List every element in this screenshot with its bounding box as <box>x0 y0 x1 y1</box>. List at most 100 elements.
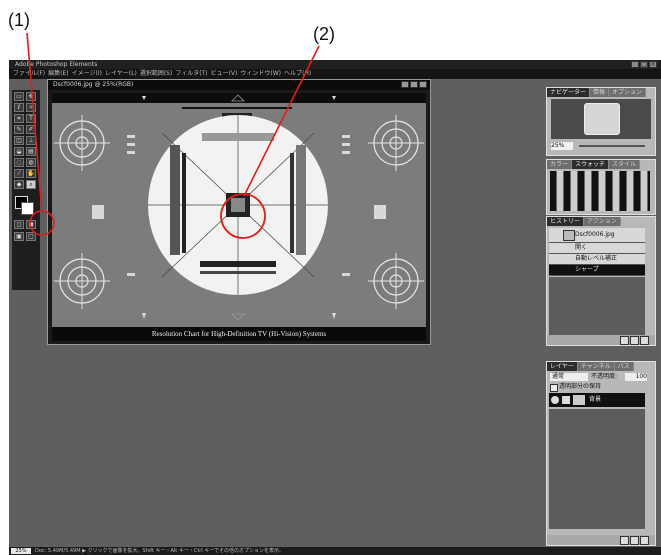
move-tool-icon[interactable]: ✥ <box>26 92 36 101</box>
tab-styles[interactable]: スタイル <box>609 160 641 169</box>
tab-channels[interactable]: チャンネル <box>577 362 615 371</box>
new-document-icon[interactable] <box>620 336 629 345</box>
image-canvas[interactable]: Resolution Chart for High-Definition TV … <box>52 93 426 341</box>
history-list-empty <box>549 277 645 335</box>
history-footer <box>547 335 655 345</box>
eyedropper-tool-icon[interactable]: ⁄ <box>14 169 24 178</box>
navigator-panel: ナビゲーター 情報 オプション 25% <box>546 87 656 156</box>
hand-tool-icon[interactable]: ✋ <box>26 169 36 178</box>
document-window-controls <box>401 81 427 88</box>
new-layer-icon[interactable] <box>620 536 629 545</box>
history-item-sharpen[interactable]: シャープ <box>549 265 645 276</box>
bucket-tool-icon[interactable]: ◒ <box>14 147 24 156</box>
menu-image[interactable]: イメージ(I) <box>72 69 102 79</box>
tab-options[interactable]: オプション <box>609 88 647 97</box>
toolbox: ▭ ✥ ℓ ✧ ⌗ T ✎ ✐ ◫ ⊥ ◒ ▤ ◌ ◍ ⁄ ✋ ◆ ⌕ ◻ ◼ … <box>12 90 40 290</box>
minimize-icon[interactable]: _ <box>631 61 639 68</box>
tab-navigator[interactable]: ナビゲーター <box>547 88 591 97</box>
layers-panel: レイヤー チャンネル パス 通常 不透明度: 100 透明部分の保持 背景 <box>546 361 656 546</box>
layers-list-empty <box>549 409 645 529</box>
tab-history[interactable]: ヒストリー <box>547 217 585 226</box>
history-snapshot-label: Dscf0006.jpg <box>575 231 615 238</box>
history-item-label: 開く <box>575 244 588 251</box>
background-color-swatch[interactable] <box>21 202 34 215</box>
app-window-controls: _ □ × <box>631 61 657 68</box>
blur-tool-icon[interactable]: ◌ <box>14 158 24 167</box>
history-panel: ヒストリー アクション Dscf0006.jpg 開く 自動レベル補正 シャープ <box>546 216 656 346</box>
close-icon[interactable]: × <box>649 61 657 68</box>
type-tool-icon[interactable]: T <box>26 114 36 123</box>
doc-maximize-icon[interactable] <box>410 81 418 88</box>
stamp-tool-icon[interactable]: ⊥ <box>26 136 36 145</box>
document-title: Dscf0006.jpg @ 25%(RGB) <box>53 81 134 88</box>
photoshop-window: Adobe Photoshop Elements _ □ × ファイル(F) 編… <box>9 60 661 555</box>
navigator-thumbnail <box>584 103 620 135</box>
maximize-icon[interactable]: □ <box>640 61 648 68</box>
preserve-transparency-checkbox[interactable] <box>550 384 558 392</box>
snapshot-thumbnail-icon <box>563 230 575 241</box>
quickmask-mode-icon[interactable]: ◼ <box>26 220 36 229</box>
menu-file[interactable]: ファイル(F) <box>13 69 45 79</box>
magic-wand-icon[interactable]: ✧ <box>26 103 36 112</box>
doc-minimize-icon[interactable] <box>401 81 409 88</box>
trash-icon[interactable] <box>640 336 649 345</box>
history-item-label: シャープ <box>575 266 599 273</box>
history-snapshot[interactable]: Dscf0006.jpg <box>549 228 645 243</box>
pencil-tool-icon[interactable]: ✐ <box>26 125 36 134</box>
menu-edit[interactable]: 編集(E) <box>48 69 68 79</box>
navigator-preview[interactable] <box>551 99 651 139</box>
menu-select[interactable]: 選択範囲(S) <box>140 69 173 79</box>
crop-tool-icon[interactable]: ⌗ <box>14 114 24 123</box>
history-item-auto-levels[interactable]: 自動レベル補正 <box>549 254 645 265</box>
document-window: Dscf0006.jpg @ 25%(RGB) Resolution Chart… <box>47 79 431 345</box>
screen-mode-icon[interactable]: ▣ <box>14 232 24 241</box>
navigator-zoom-slider[interactable] <box>579 145 645 147</box>
fullscreen-mode-icon[interactable]: ▢ <box>26 232 36 241</box>
history-item-label: 自動レベル補正 <box>575 255 618 262</box>
menu-filter[interactable]: フィルタ(T) <box>175 69 207 79</box>
chart-caption: Resolution Chart for High-Definition TV … <box>52 327 426 341</box>
shape-tool-icon[interactable]: ◆ <box>14 180 24 189</box>
sponge-tool-icon[interactable]: ◍ <box>26 158 36 167</box>
opacity-field[interactable]: 100 <box>625 373 647 381</box>
resolution-chart-image <box>52 93 426 321</box>
blend-mode-select[interactable]: 通常 <box>550 373 588 381</box>
swatch-grid[interactable] <box>550 171 650 211</box>
tab-swatches[interactable]: スウォッチ <box>572 160 610 169</box>
app-title: Adobe Photoshop Elements <box>15 61 98 68</box>
brush-tool-icon[interactable]: ✎ <box>14 125 24 134</box>
document-titlebar[interactable]: Dscf0006.jpg @ 25%(RGB) <box>48 80 430 90</box>
preserve-transparency-label: 透明部分の保持 <box>559 383 602 390</box>
layers-footer <box>547 535 655 545</box>
menu-layer[interactable]: レイヤー(L) <box>105 69 137 79</box>
layer-row-background[interactable]: 背景 <box>549 393 645 407</box>
gradient-tool-icon[interactable]: ▤ <box>26 147 36 156</box>
zoom-tool-icon[interactable]: ⌕ <box>26 180 36 189</box>
standard-mode-icon[interactable]: ◻ <box>14 220 24 229</box>
menu-view[interactable]: ビュー(V) <box>211 69 238 79</box>
brush-link-icon[interactable] <box>562 396 570 404</box>
menu-help[interactable]: ヘルプ(H) <box>284 69 311 79</box>
tab-paths[interactable]: パス <box>614 362 634 371</box>
new-snapshot-icon[interactable] <box>630 336 639 345</box>
tab-layers[interactable]: レイヤー <box>547 362 578 371</box>
navigator-zoom-field[interactable]: 25% <box>551 142 573 150</box>
history-item-open[interactable]: 開く <box>549 243 645 254</box>
tab-info[interactable]: 情報 <box>590 88 610 97</box>
status-text: Doc: 5.49M/5.49M ▶ クリックで画像を拡大。Shift キー・A… <box>35 548 285 554</box>
status-zoom[interactable]: 25% <box>11 548 31 554</box>
tab-actions[interactable]: アクション <box>584 217 621 226</box>
doc-close-icon[interactable] <box>419 81 427 88</box>
tab-color[interactable]: カラー <box>547 160 573 169</box>
eraser-tool-icon[interactable]: ◫ <box>14 136 24 145</box>
adjustment-layer-icon[interactable] <box>630 536 639 545</box>
layer-thumbnail <box>573 395 585 405</box>
delete-layer-icon[interactable] <box>640 536 649 545</box>
lasso-tool-icon[interactable]: ℓ <box>14 103 24 112</box>
swatches-panel: カラー スウォッチ スタイル <box>546 159 656 215</box>
marquee-tool-icon[interactable]: ▭ <box>14 92 24 101</box>
layer-name: 背景 <box>589 396 602 403</box>
callout-label-2: (2) <box>313 24 335 44</box>
eye-icon[interactable] <box>551 396 559 404</box>
menu-window[interactable]: ウィンドウ(W) <box>240 69 281 79</box>
